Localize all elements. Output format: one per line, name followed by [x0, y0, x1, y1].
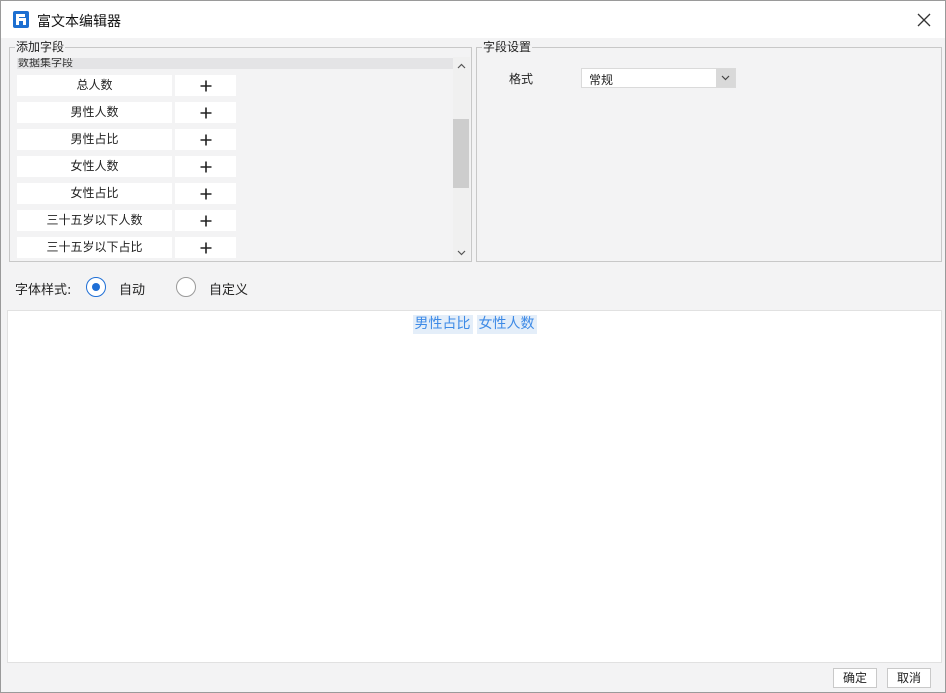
add-field-button[interactable] [175, 237, 236, 258]
plus-icon [200, 188, 211, 199]
scrollbar-thumb[interactable] [453, 119, 469, 188]
scroll-up-button[interactable] [453, 57, 470, 74]
radio-custom-label[interactable]: 自定义 [209, 279, 248, 298]
radio-custom[interactable] [176, 277, 196, 297]
collapse-caret-icon: ▲ [18, 58, 25, 63]
editor-content: 男性占比 女性人数 [8, 315, 941, 334]
chevron-down-icon [457, 250, 466, 255]
add-field-button[interactable] [175, 75, 236, 96]
field-name-button[interactable]: 女性占比 [17, 183, 172, 204]
chevron-up-icon [457, 63, 466, 68]
plus-icon [200, 134, 211, 145]
rich-text-editor-area[interactable]: 男性占比 女性人数 [7, 310, 942, 663]
field-name-button[interactable]: 男性人数 [17, 102, 172, 123]
field-name-button[interactable]: 三十五岁以下占比 [17, 237, 172, 258]
font-style-label: 字体样式: [15, 283, 72, 298]
confirm-button[interactable]: 确定 [833, 668, 877, 688]
plus-icon [200, 215, 211, 226]
field-list: 数据集字段 ▲ 总人数男性人数男性占比女性人数女性占比三十五岁以下人数 三十五岁以… [11, 57, 453, 261]
field-name-button[interactable]: 男性占比 [17, 129, 172, 150]
add-field-button[interactable] [175, 156, 236, 177]
field-settings-group: 字段设置 格式 常规 [476, 40, 942, 262]
field-token[interactable]: 女性人数 [476, 315, 537, 334]
plus-icon [200, 80, 211, 91]
plus-icon [200, 242, 211, 253]
field-settings-legend: 字段设置 [482, 40, 533, 54]
field-list-scrollbar[interactable] [453, 57, 470, 261]
title-bar: 富文本编辑器 [1, 1, 945, 38]
close-button[interactable] [909, 5, 939, 35]
add-field-button[interactable] [175, 210, 236, 231]
chevron-down-icon [721, 75, 730, 81]
add-field-button[interactable] [175, 102, 236, 123]
plus-icon [200, 161, 211, 172]
field-name-button[interactable]: 三十五岁以下人数 [17, 210, 172, 231]
dataset-fields-header[interactable]: 数据集字段 ▲ [17, 58, 453, 69]
radio-auto[interactable] [86, 277, 106, 297]
format-select[interactable]: 常规 [581, 68, 736, 88]
scroll-down-button[interactable] [453, 244, 470, 261]
field-name-button[interactable]: 总人数 [17, 75, 172, 96]
format-label: 格式 [509, 72, 534, 86]
field-name-button[interactable]: 女性人数 [17, 156, 172, 177]
add-field-group: 添加字段 数据集字段 ▲ 总人数男性人数男性占比女性人数女性占比三十五岁以下人数… [9, 40, 472, 262]
add-field-button[interactable] [175, 183, 236, 204]
cancel-button[interactable]: 取消 [887, 668, 931, 688]
add-field-button[interactable] [175, 129, 236, 150]
close-icon [917, 13, 931, 27]
app-logo-icon [13, 11, 29, 28]
plus-icon [200, 107, 211, 118]
format-select-value: 常规 [589, 73, 614, 87]
field-token[interactable]: 男性占比 [412, 315, 473, 334]
add-field-legend: 添加字段 [15, 40, 66, 54]
radio-auto-label[interactable]: 自动 [119, 279, 145, 298]
format-dropdown-button[interactable] [716, 69, 735, 87]
rich-text-editor-dialog: 富文本编辑器 添加字段 数据集字段 ▲ 总人数 男性人数 男性占比 女性人数 女性占比三… [0, 0, 946, 693]
window-title: 富文本编辑器 [37, 14, 121, 30]
